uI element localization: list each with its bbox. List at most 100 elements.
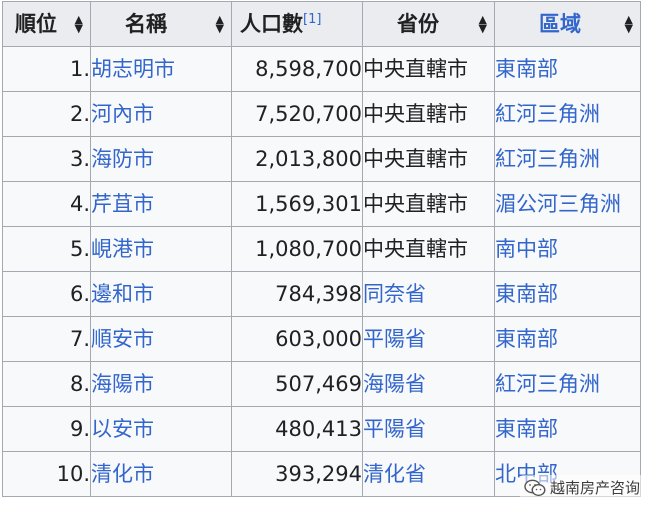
- pop-column-cell: 8,598,700: [231, 46, 363, 92]
- city-link[interactable]: 峴港市: [91, 237, 154, 261]
- column-header-region-link[interactable]: 區域: [495, 13, 581, 35]
- city-link[interactable]: 海防市: [91, 147, 154, 171]
- city-column-cell: 海陽市: [90, 361, 232, 407]
- rank-column-cell: 6.: [2, 271, 91, 317]
- table-row: 7. 順安市 603,000 平陽省 東南部: [2, 316, 641, 362]
- column-header-label: 省份: [397, 11, 439, 36]
- region-link[interactable]: 紅河三角洲: [495, 147, 600, 171]
- city-column-cell: 芹苴市: [90, 181, 232, 227]
- rank-column-cell: 8.: [2, 361, 91, 407]
- region-link[interactable]: 東南部: [495, 417, 558, 441]
- city-column-cell: 清化市: [90, 451, 232, 497]
- header-row: 順位 ▲ ▼ 名稱 ▲ ▼ 人口數[1] 省份 ▲ ▼ 區域 ▲ ▼: [2, 1, 641, 47]
- table-row: 1. 胡志明市 8,598,700 中央直轄市 東南部: [2, 46, 641, 92]
- rank-cell: 3.: [69, 146, 90, 171]
- pop-column-cell: 507,469: [231, 361, 363, 407]
- pop-column-cell: 393,294: [231, 451, 363, 497]
- city-link[interactable]: 河內市: [91, 102, 154, 126]
- rank-column-cell: 3.: [2, 136, 91, 182]
- city-population-table: 順位 ▲ ▼ 名稱 ▲ ▼ 人口數[1] 省份 ▲ ▼ 區域 ▲ ▼ 1. 胡志明市 8,5…: [2, 1, 641, 497]
- region-link[interactable]: 南中部: [495, 237, 558, 261]
- region-link[interactable]: 東南部: [495, 327, 558, 351]
- city-link[interactable]: 清化市: [91, 462, 154, 486]
- city-link[interactable]: 以安市: [91, 417, 154, 441]
- province-link[interactable]: 平陽省: [363, 327, 426, 351]
- rank-cell: 7.: [69, 326, 90, 351]
- province-cell: 中央直轄市: [363, 146, 468, 171]
- pop-column-cell: 603,000: [231, 316, 363, 362]
- prov-column-cell: 海陽省: [362, 361, 495, 407]
- region-column-cell: 東南部: [494, 406, 641, 452]
- pop-column-cell: 2,013,800: [231, 136, 363, 182]
- rank-cell: 5.: [69, 236, 90, 261]
- province-link[interactable]: 同奈省: [363, 282, 426, 306]
- table-row: 6. 邊和市 784,398 同奈省 東南部: [2, 271, 641, 317]
- city-link[interactable]: 邊和市: [91, 282, 154, 306]
- region-column-cell: 紅河三角洲: [494, 91, 641, 137]
- table-row: 2. 河內市 7,520,700 中央直轄市 紅河三角洲: [2, 91, 641, 137]
- pop-column-cell: 1,080,700: [231, 226, 363, 272]
- column-header-rank[interactable]: 順位 ▲ ▼: [2, 1, 91, 47]
- population-cell: 393,294: [275, 461, 362, 486]
- table-row: 4. 芹苴市 1,569,301 中央直轄市 湄公河三角洲: [2, 181, 641, 227]
- rank-column-cell: 1.: [2, 46, 91, 92]
- city-link[interactable]: 胡志明市: [91, 57, 175, 81]
- table-row: 3. 海防市 2,013,800 中央直轄市 紅河三角洲: [2, 136, 641, 182]
- province-link[interactable]: 平陽省: [363, 417, 426, 441]
- region-column-cell: 東南部: [494, 316, 641, 362]
- region-link[interactable]: 東南部: [495, 57, 558, 81]
- province-cell: 中央直轄市: [363, 101, 468, 126]
- region-column-cell: 紅河三角洲: [494, 361, 641, 407]
- table-row: 5. 峴港市 1,080,700 中央直轄市 南中部: [2, 226, 641, 272]
- pop-column-cell: 7,520,700: [231, 91, 363, 137]
- city-column-cell: 順安市: [90, 316, 232, 362]
- region-column-cell: 紅河三角洲: [494, 136, 641, 182]
- city-link[interactable]: 海陽市: [91, 372, 154, 396]
- city-link[interactable]: 芹苴市: [91, 192, 154, 216]
- prov-column-cell: 同奈省: [362, 271, 495, 317]
- column-header-population[interactable]: 人口數[1]: [231, 1, 363, 47]
- watermark-text: 越南房产咨询: [549, 479, 640, 497]
- prov-column-cell: 清化省: [362, 451, 495, 497]
- region-link[interactable]: 紅河三角洲: [495, 372, 600, 396]
- rank-cell: 6.: [69, 281, 90, 306]
- pop-column-cell: 1,569,301: [231, 181, 363, 227]
- population-cell: 1,569,301: [255, 191, 362, 216]
- province-cell: 中央直轄市: [363, 191, 468, 216]
- rank-column-cell: 7.: [2, 316, 91, 362]
- population-cell: 784,398: [275, 281, 362, 306]
- column-header-city[interactable]: 名稱 ▲ ▼: [90, 1, 232, 47]
- column-header-label: 順位: [15, 11, 57, 36]
- pop-column-cell: 784,398: [231, 271, 363, 317]
- city-column-cell: 河內市: [90, 91, 232, 137]
- population-cell: 507,469: [275, 371, 362, 396]
- province-link[interactable]: 海陽省: [363, 372, 426, 396]
- region-link[interactable]: 紅河三角洲: [495, 102, 600, 126]
- column-header-province[interactable]: 省份 ▲ ▼: [362, 1, 495, 47]
- city-link[interactable]: 順安市: [91, 327, 154, 351]
- region-column-cell: 南中部: [494, 226, 641, 272]
- sort-icon[interactable]: ▲ ▼: [479, 14, 487, 34]
- rank-cell: 10.: [56, 461, 90, 486]
- rank-column-cell: 4.: [2, 181, 91, 227]
- prov-column-cell: 中央直轄市: [362, 181, 495, 227]
- city-column-cell: 邊和市: [90, 271, 232, 317]
- province-link[interactable]: 清化省: [363, 462, 426, 486]
- sort-icon[interactable]: ▲ ▼: [625, 14, 633, 34]
- pop-column-cell: 480,413: [231, 406, 363, 452]
- column-header-region[interactable]: 區域 ▲ ▼: [494, 1, 641, 47]
- wechat-icon: [524, 479, 546, 496]
- city-column-cell: 海防市: [90, 136, 232, 182]
- sort-icon[interactable]: ▲ ▼: [75, 14, 83, 34]
- region-column-cell: 東南部: [494, 46, 641, 92]
- population-reference-link[interactable]: [1]: [303, 12, 321, 27]
- region-column-cell: 湄公河三角洲: [494, 181, 641, 227]
- column-header-label: 名稱: [125, 11, 167, 36]
- watermark: 越南房产咨询: [519, 475, 644, 500]
- sort-icon[interactable]: ▲ ▼: [216, 14, 224, 34]
- population-cell: 1,080,700: [255, 236, 362, 261]
- city-column-cell: 胡志明市: [90, 46, 232, 92]
- region-link[interactable]: 湄公河三角洲: [495, 192, 621, 216]
- population-cell: 8,598,700: [255, 56, 362, 81]
- region-link[interactable]: 東南部: [495, 282, 558, 306]
